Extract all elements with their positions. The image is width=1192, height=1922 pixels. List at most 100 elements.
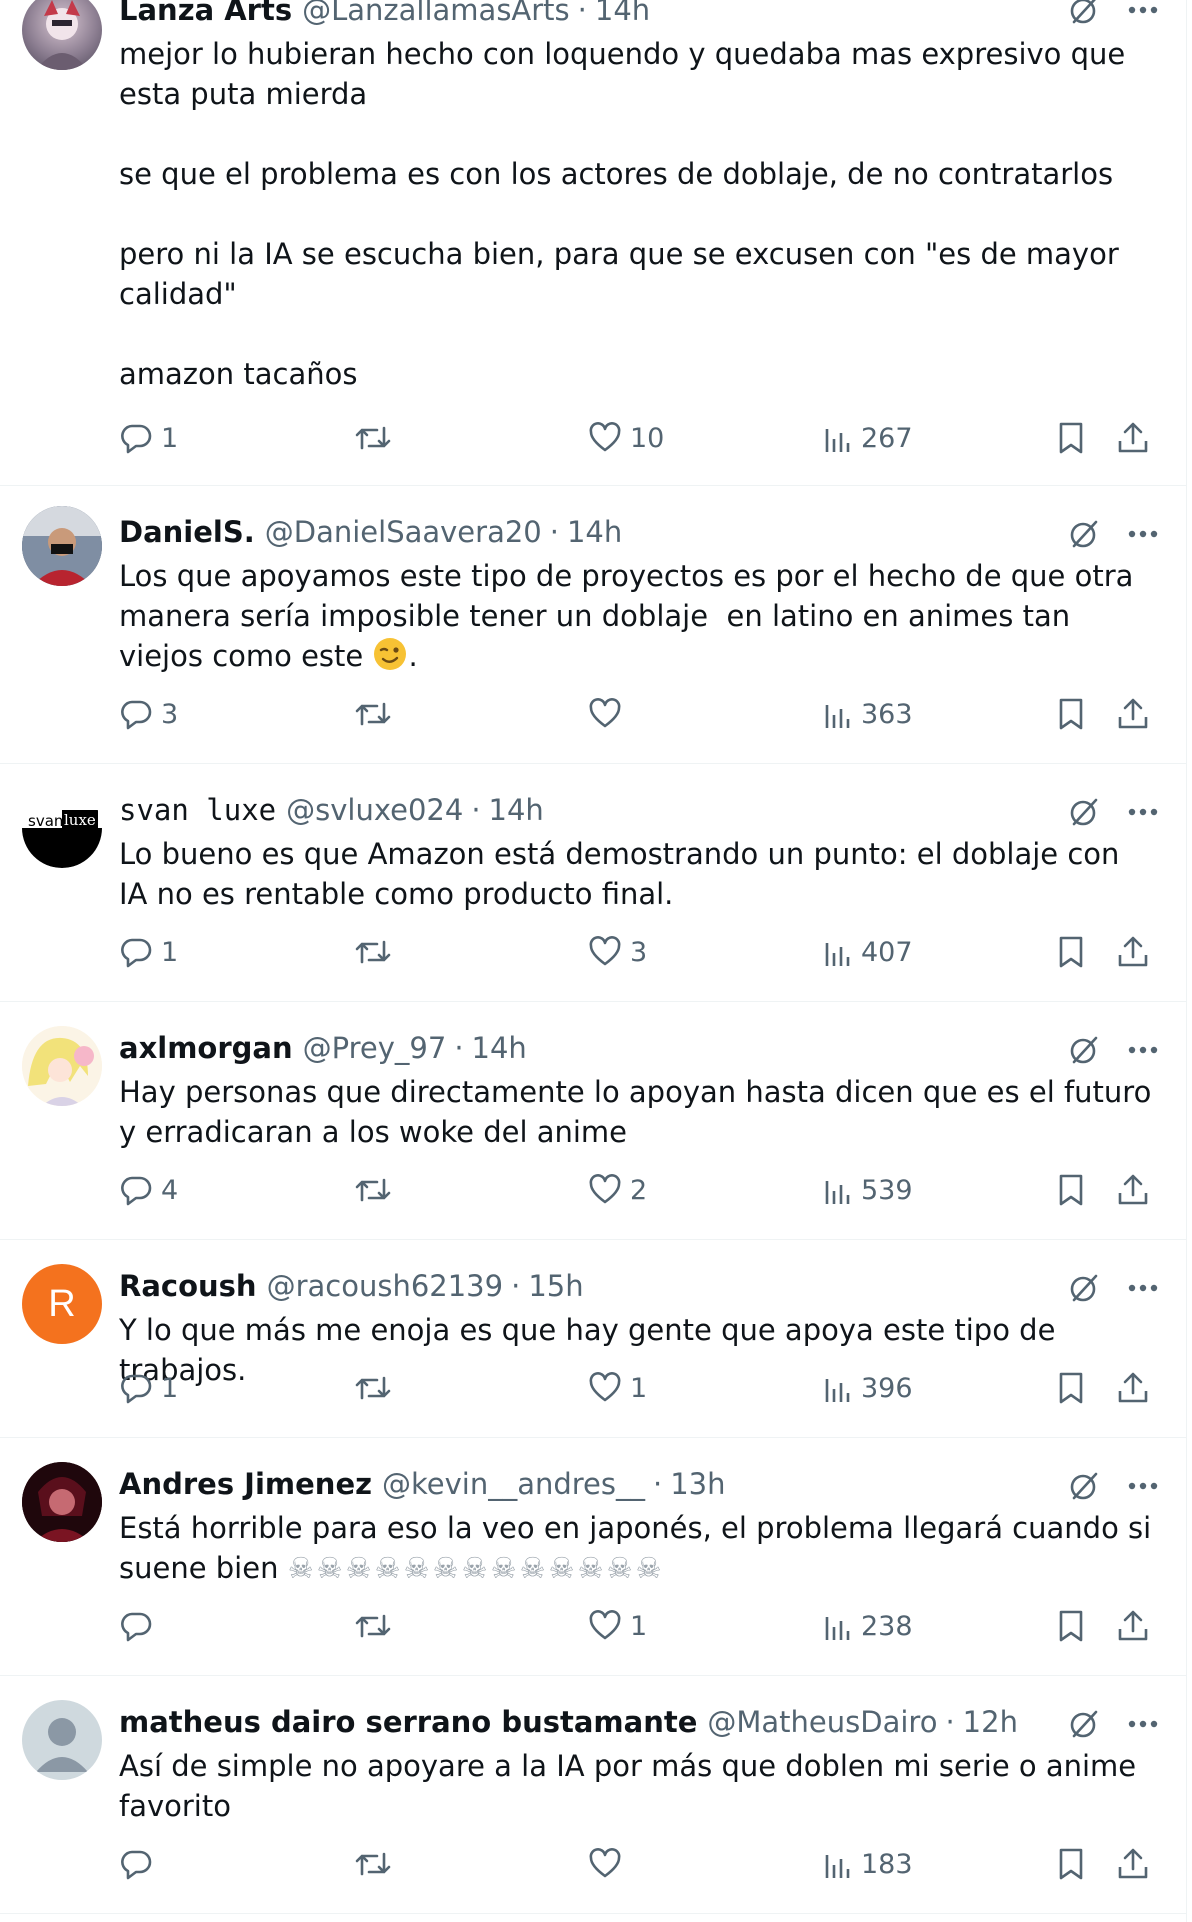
author-handle[interactable]: @Prey_97 xyxy=(303,1030,447,1066)
more-icon[interactable] xyxy=(1128,1046,1158,1054)
tweet[interactable]: R Racoush @racoush62139 · 15h Y lo que m… xyxy=(0,1240,1186,1438)
grok-icon[interactable] xyxy=(1068,1272,1100,1304)
views-button[interactable]: 363 xyxy=(823,694,913,734)
avatar[interactable]: R xyxy=(22,1264,102,1344)
more-icon[interactable] xyxy=(1128,1482,1158,1490)
author-handle[interactable]: @LanzallamasArts xyxy=(302,0,570,28)
bookmark-button[interactable] xyxy=(1056,418,1086,458)
author-handle[interactable]: @MatheusDairo xyxy=(707,1704,937,1740)
grok-icon[interactable] xyxy=(1068,1034,1100,1066)
tweet[interactable]: axlmorgan @Prey_97 · 14h Hay personas qu… xyxy=(0,1002,1186,1240)
avatar[interactable] xyxy=(22,506,102,586)
like-button[interactable]: 1 xyxy=(588,1606,647,1646)
like-button[interactable]: 10 xyxy=(588,418,664,458)
like-icon xyxy=(588,697,622,731)
views-button[interactable]: 267 xyxy=(823,418,913,458)
timestamp[interactable]: 14h xyxy=(489,792,544,828)
retweet-button[interactable] xyxy=(353,418,401,458)
reply-button[interactable]: 1 xyxy=(119,418,178,458)
like-button[interactable]: 3 xyxy=(588,932,647,972)
share-button[interactable] xyxy=(1116,694,1150,734)
reply-button[interactable]: 1 xyxy=(119,1368,178,1408)
action-bar: 1 238 xyxy=(119,1606,1158,1646)
retweet-button[interactable] xyxy=(353,1368,401,1408)
views-button[interactable]: 183 xyxy=(823,1844,913,1884)
timestamp[interactable]: 14h xyxy=(567,514,622,550)
avatar[interactable] xyxy=(22,1700,102,1780)
bookmark-icon xyxy=(1056,1173,1086,1207)
share-button[interactable] xyxy=(1116,1844,1150,1884)
share-button[interactable] xyxy=(1116,1606,1150,1646)
grok-icon[interactable] xyxy=(1068,518,1100,550)
timestamp[interactable]: 12h xyxy=(963,1704,1018,1740)
like-button[interactable] xyxy=(588,694,630,734)
views-button[interactable]: 539 xyxy=(823,1170,913,1210)
reply-button[interactable]: 1 xyxy=(119,932,178,972)
tweet-header: Racoush @racoush62139 · 15h xyxy=(119,1268,1156,1308)
grok-icon[interactable] xyxy=(1068,1470,1100,1502)
tweet-text: mejor lo hubieran hecho con loquendo y q… xyxy=(119,37,1126,391)
tweet[interactable]: Andres Jimenez @kevin__andres__ · 13h Es… xyxy=(0,1438,1186,1676)
grok-icon[interactable] xyxy=(1068,796,1100,828)
share-button[interactable] xyxy=(1116,1170,1150,1210)
share-button[interactable] xyxy=(1116,1368,1150,1408)
retweet-button[interactable] xyxy=(353,1606,401,1646)
author-handle[interactable]: @DanielSaavera20 xyxy=(265,514,542,550)
share-button[interactable] xyxy=(1116,418,1150,458)
timestamp[interactable]: 15h xyxy=(528,1268,583,1304)
share-icon xyxy=(1116,421,1150,455)
author-handle[interactable]: @svluxe024 xyxy=(286,792,463,828)
retweet-button[interactable] xyxy=(353,932,401,972)
author-handle[interactable]: @kevin__andres__ xyxy=(382,1466,645,1502)
reply-button[interactable] xyxy=(119,1844,161,1884)
tweet[interactable]: Lanza Arts @LanzallamasArts · 14h mejor … xyxy=(0,0,1186,486)
reply-button[interactable]: 3 xyxy=(119,694,178,734)
more-icon[interactable] xyxy=(1128,6,1158,14)
bookmark-button[interactable] xyxy=(1056,694,1086,734)
more-icon[interactable] xyxy=(1128,1720,1158,1728)
grok-icon[interactable] xyxy=(1068,1708,1100,1740)
like-button[interactable] xyxy=(588,1844,630,1884)
tweet[interactable]: svan luxe svan luxe @svluxe024 · 14h Lo … xyxy=(0,764,1186,1002)
views-button[interactable]: 407 xyxy=(823,932,913,972)
avatar[interactable] xyxy=(22,1026,102,1106)
bookmark-button[interactable] xyxy=(1056,1368,1086,1408)
views-button[interactable]: 396 xyxy=(823,1368,913,1408)
timestamp[interactable]: 14h xyxy=(472,1030,527,1066)
author-name[interactable]: Racoush xyxy=(119,1268,257,1304)
tweet[interactable]: DanielS. @DanielSaavera20 · 14h Los que … xyxy=(0,486,1186,764)
bookmark-button[interactable] xyxy=(1056,932,1086,972)
view-count: 267 xyxy=(861,422,913,454)
author-name[interactable]: Andres Jimenez xyxy=(119,1466,372,1502)
more-icon[interactable] xyxy=(1128,808,1158,816)
retweet-button[interactable] xyxy=(353,1170,401,1210)
timestamp[interactable]: 14h xyxy=(595,0,650,28)
more-icon[interactable] xyxy=(1128,530,1158,538)
more-icon[interactable] xyxy=(1128,1284,1158,1292)
reply-button[interactable]: 4 xyxy=(119,1170,178,1210)
avatar[interactable] xyxy=(22,1462,102,1542)
tweet-header: Lanza Arts @LanzallamasArts · 14h xyxy=(119,0,1156,32)
bookmark-button[interactable] xyxy=(1056,1606,1086,1646)
author-name[interactable]: svan luxe xyxy=(119,792,276,828)
like-button[interactable]: 2 xyxy=(588,1170,647,1210)
author-name[interactable]: Lanza Arts xyxy=(119,0,292,28)
views-button[interactable]: 238 xyxy=(823,1606,913,1646)
avatar[interactable] xyxy=(22,0,102,70)
like-icon xyxy=(588,1847,622,1881)
timestamp[interactable]: 13h xyxy=(670,1466,725,1502)
share-button[interactable] xyxy=(1116,932,1150,972)
retweet-button[interactable] xyxy=(353,694,401,734)
bookmark-button[interactable] xyxy=(1056,1844,1086,1884)
author-name[interactable]: DanielS. xyxy=(119,514,255,550)
reply-button[interactable] xyxy=(119,1606,161,1646)
author-name[interactable]: matheus dairo serrano bustamante xyxy=(119,1704,697,1740)
avatar[interactable]: svan luxe xyxy=(22,788,102,868)
author-name[interactable]: axlmorgan xyxy=(119,1030,293,1066)
like-button[interactable]: 1 xyxy=(588,1368,647,1408)
retweet-button[interactable] xyxy=(353,1844,401,1884)
grok-icon[interactable] xyxy=(1068,0,1100,26)
bookmark-button[interactable] xyxy=(1056,1170,1086,1210)
tweet[interactable]: matheus dairo serrano bustamante @Matheu… xyxy=(0,1676,1186,1914)
author-handle[interactable]: @racoush62139 xyxy=(267,1268,504,1304)
